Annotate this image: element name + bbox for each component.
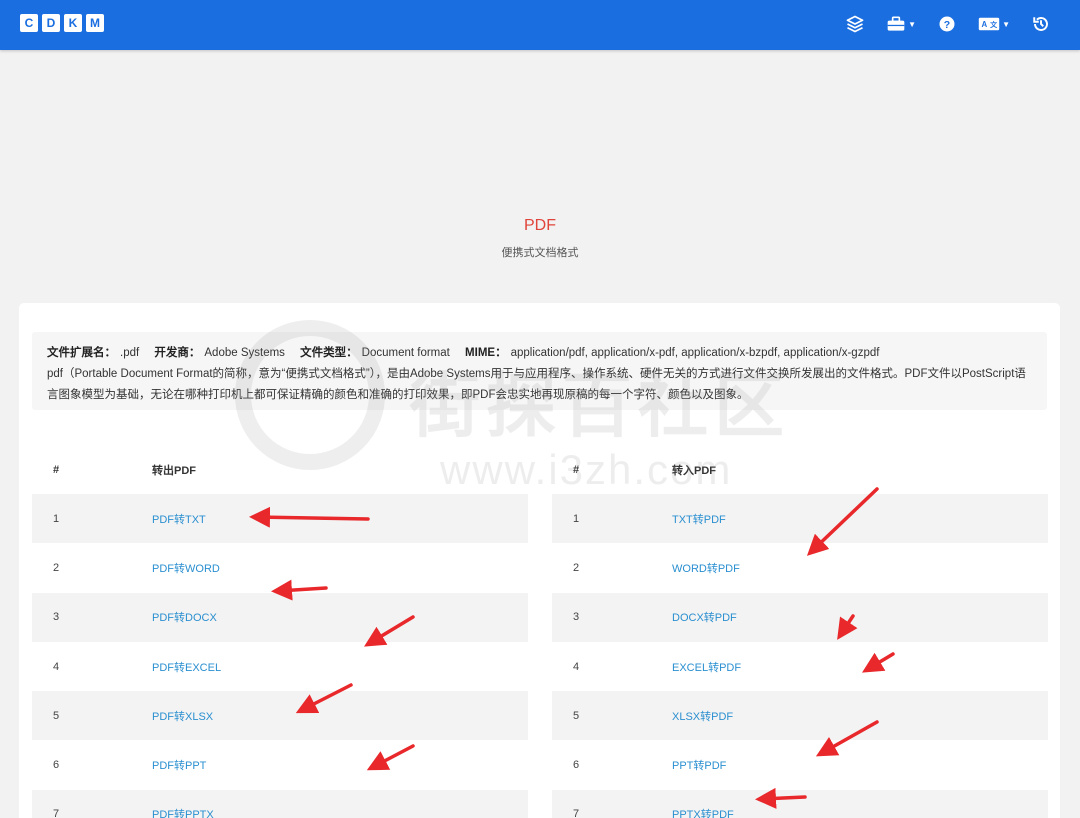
row-number: 5: [53, 709, 60, 722]
svg-text:?: ?: [944, 19, 950, 31]
translate-icon[interactable]: A文 ▼: [978, 16, 1010, 32]
table-row: 4 EXCEL转PDF: [552, 642, 1048, 691]
col-header-num: #: [53, 463, 60, 476]
col-header-num: #: [573, 463, 580, 476]
page-subtitle: 便携式文档格式: [501, 247, 579, 259]
mime-label: MIME：: [465, 347, 507, 359]
chevron-down-icon: ▼: [908, 19, 917, 29]
row-number: 1: [53, 512, 60, 525]
conversion-link[interactable]: PDF转DOCX: [152, 609, 217, 625]
logo-letter: C: [20, 14, 38, 32]
table-row: 1 TXT转PDF: [552, 494, 1048, 544]
type-label: 文件类型：: [300, 347, 358, 359]
page-title: PDF: [524, 217, 556, 234]
table-row: 4 PDF转EXCEL: [32, 642, 528, 691]
row-number: 3: [53, 611, 60, 624]
col-header-name: 转入PDF: [672, 464, 716, 477]
table-row: 7 PPTX转PDF: [552, 789, 1048, 818]
row-number: 4: [53, 660, 60, 673]
col-header-name: 转出PDF: [152, 464, 196, 477]
mime-value: application/pdf, application/x-pdf, appl…: [510, 347, 880, 359]
conversion-link[interactable]: DOCX转PDF: [672, 609, 737, 625]
content-card: 文件扩展名： .pdf 开发商： Adobe Systems 文件类型： Docume…: [19, 303, 1060, 818]
help-icon[interactable]: ?: [938, 15, 956, 33]
ext-value: .pdf: [120, 347, 140, 359]
format-description: pdf（Portable Document Format的简称，意为“便携式文档…: [47, 368, 1026, 401]
table-row: 7 PDF转PPTX: [32, 789, 528, 818]
conversion-link[interactable]: PDF转PPT: [152, 757, 206, 773]
row-number: 4: [573, 660, 580, 673]
export-conversion-table: # 转出PDF 1 PDF转TXT 2 PDF转WORD 3 PDF转DOCX 4 PDF转E…: [32, 445, 528, 818]
dev-value: Adobe Systems: [204, 347, 285, 359]
table-row: 6 PDF转PPT: [32, 740, 528, 789]
ext-label: 文件扩展名：: [47, 347, 116, 359]
table-row: 2 PDF转WORD: [32, 543, 528, 592]
conversion-link[interactable]: PPT转PDF: [672, 757, 726, 773]
svg-text:A: A: [982, 20, 988, 29]
history-icon[interactable]: [1032, 15, 1050, 33]
logo-letter: D: [42, 14, 60, 32]
conversion-link[interactable]: WORD转PDF: [672, 560, 740, 576]
row-number: 2: [573, 561, 580, 574]
table-row: 5 PDF转XLSX: [32, 691, 528, 741]
logo-letter: M: [86, 14, 104, 32]
import-conversion-table: # 转入PDF 1 TXT转PDF 2 WORD转PDF 3 DOCX转PDF 4 EXCEL…: [552, 445, 1048, 818]
row-number: 6: [573, 759, 580, 772]
row-number: 5: [573, 709, 580, 722]
table-row: 6 PPT转PDF: [552, 740, 1048, 789]
table-row: 3 PDF转DOCX: [32, 592, 528, 642]
row-number: 6: [53, 759, 60, 772]
format-info-box: 文件扩展名： .pdf 开发商： Adobe Systems 文件类型： Docume…: [32, 332, 1047, 410]
row-number: 3: [573, 611, 580, 624]
conversion-link[interactable]: PDF转XLSX: [152, 708, 213, 724]
conversion-link[interactable]: PDF转PPTX: [152, 806, 214, 818]
conversion-link[interactable]: TXT转PDF: [672, 511, 726, 527]
chevron-down-icon: ▼: [1002, 19, 1010, 29]
table-row: 2 WORD转PDF: [552, 543, 1048, 592]
row-number: 1: [573, 512, 580, 525]
table-header: # 转入PDF: [552, 445, 1048, 494]
conversion-link[interactable]: PPTX转PDF: [672, 806, 734, 818]
table-row: 1 PDF转TXT: [32, 494, 528, 544]
conversion-link[interactable]: PDF转WORD: [152, 560, 220, 576]
format-meta-line: 文件扩展名： .pdf 开发商： Adobe Systems 文件类型： Docume…: [47, 343, 1032, 364]
row-number: 2: [53, 561, 60, 574]
site-logo[interactable]: C D K M: [20, 14, 104, 32]
table-row: 3 DOCX转PDF: [552, 592, 1048, 642]
conversion-link[interactable]: EXCEL转PDF: [672, 659, 741, 675]
layers-icon[interactable]: [846, 15, 864, 33]
conversion-link[interactable]: XLSX转PDF: [672, 708, 733, 724]
hero-section: PDF 便携式文档格式: [0, 50, 1080, 303]
conversion-link[interactable]: PDF转TXT: [152, 511, 206, 527]
conversion-link[interactable]: PDF转EXCEL: [152, 659, 221, 675]
row-number: 7: [573, 808, 580, 818]
type-value: Document format: [361, 347, 450, 359]
top-navbar: C D K M ▼ ? A文 ▼: [0, 0, 1080, 50]
table-header: # 转出PDF: [32, 445, 528, 494]
svg-text:文: 文: [990, 20, 998, 29]
row-number: 7: [53, 808, 60, 818]
table-row: 5 XLSX转PDF: [552, 691, 1048, 741]
toolbox-icon[interactable]: ▼: [886, 15, 916, 33]
dev-label: 开发商：: [154, 347, 201, 359]
logo-letter: K: [64, 14, 82, 32]
